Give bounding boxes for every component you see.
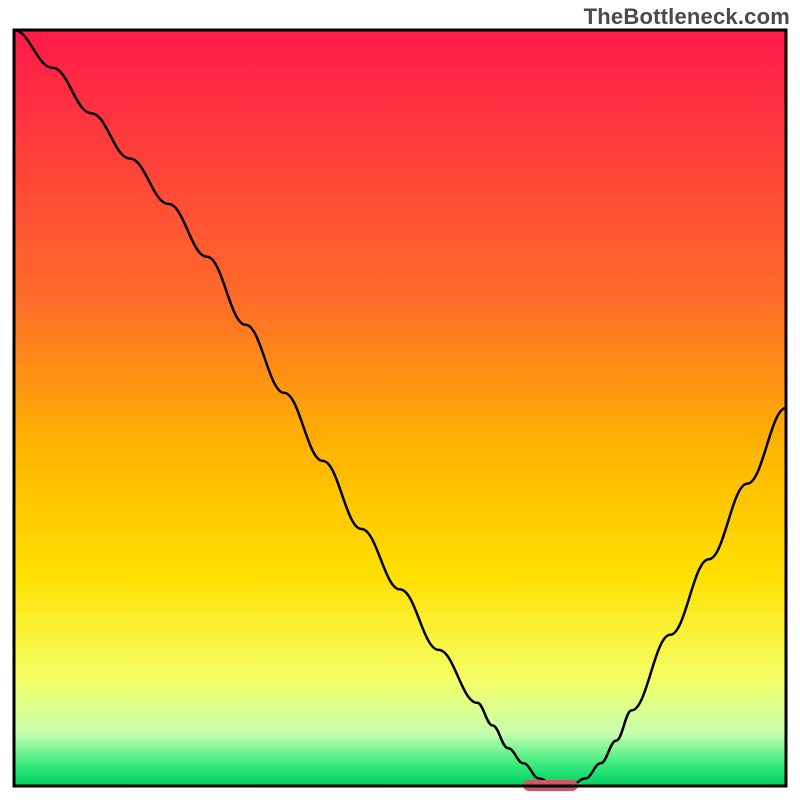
gradient-background [14, 30, 786, 786]
bottleneck-chart: TheBottleneck.com [0, 0, 800, 800]
plot-area [14, 30, 786, 791]
chart-svg [0, 0, 800, 800]
